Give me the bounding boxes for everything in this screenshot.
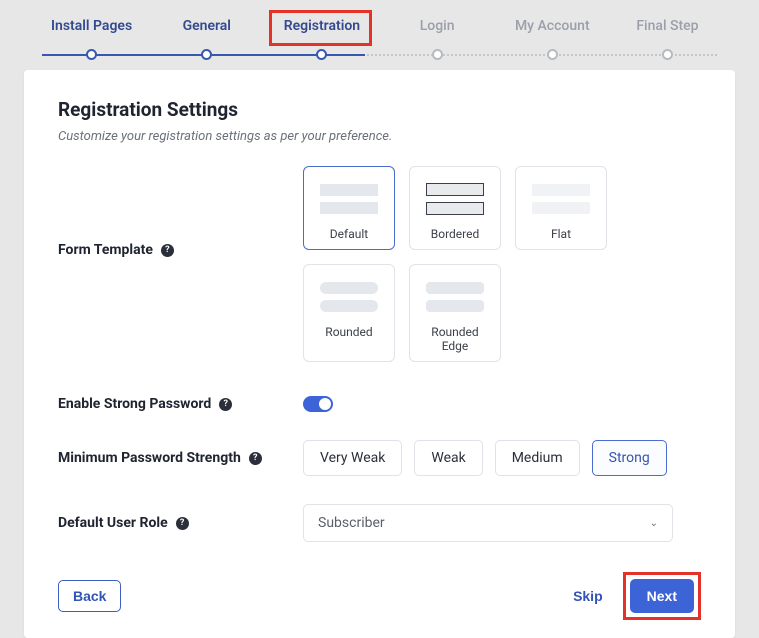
page-title: Registration Settings bbox=[58, 98, 701, 121]
password-strength-options: Very Weak Weak Medium Strong bbox=[303, 440, 701, 476]
wizard-stepper: Install Pages General Registration Login… bbox=[0, 0, 759, 34]
help-icon[interactable]: ? bbox=[176, 517, 189, 530]
back-button[interactable]: Back bbox=[58, 580, 121, 612]
step-final[interactable]: Final Step bbox=[610, 18, 725, 34]
page-subtitle: Customize your registration settings as … bbox=[58, 129, 701, 144]
default-role-value: Subscriber bbox=[318, 515, 385, 531]
skip-button[interactable]: Skip bbox=[557, 580, 619, 612]
strong-password-toggle[interactable] bbox=[303, 396, 333, 412]
chevron-down-icon: ⌄ bbox=[650, 518, 658, 529]
strength-weak[interactable]: Weak bbox=[414, 440, 482, 476]
form-template-label: Form Template bbox=[58, 242, 153, 258]
step-login[interactable]: Login bbox=[380, 18, 495, 34]
min-strength-label: Minimum Password Strength bbox=[58, 450, 241, 466]
strong-password-label: Enable Strong Password bbox=[58, 396, 211, 412]
step-registration[interactable]: Registration bbox=[264, 18, 379, 34]
default-role-select[interactable]: Subscriber ⌄ bbox=[303, 504, 673, 542]
strength-medium[interactable]: Medium bbox=[495, 440, 580, 476]
template-rounded[interactable]: Rounded bbox=[303, 264, 395, 362]
template-rounded-edge[interactable]: Rounded Edge bbox=[409, 264, 501, 362]
form-template-options: Default Bordered Flat Rounded Rounded Ed… bbox=[303, 166, 643, 362]
highlight-next-button: Next bbox=[623, 572, 701, 620]
settings-card: Registration Settings Customize your reg… bbox=[24, 70, 735, 638]
strength-very-weak[interactable]: Very Weak bbox=[303, 440, 402, 476]
help-icon[interactable]: ? bbox=[219, 398, 232, 411]
help-icon[interactable]: ? bbox=[249, 452, 262, 465]
step-general[interactable]: General bbox=[149, 18, 264, 34]
step-my-account[interactable]: My Account bbox=[495, 18, 610, 34]
template-default[interactable]: Default bbox=[303, 166, 395, 250]
template-flat[interactable]: Flat bbox=[515, 166, 607, 250]
strength-strong[interactable]: Strong bbox=[592, 440, 667, 476]
help-icon[interactable]: ? bbox=[161, 244, 174, 257]
next-button[interactable]: Next bbox=[630, 579, 694, 613]
wizard-footer: Back Skip Next bbox=[58, 572, 701, 620]
template-bordered[interactable]: Bordered bbox=[409, 166, 501, 250]
step-install-pages[interactable]: Install Pages bbox=[34, 18, 149, 34]
default-role-label: Default User Role bbox=[58, 515, 168, 531]
